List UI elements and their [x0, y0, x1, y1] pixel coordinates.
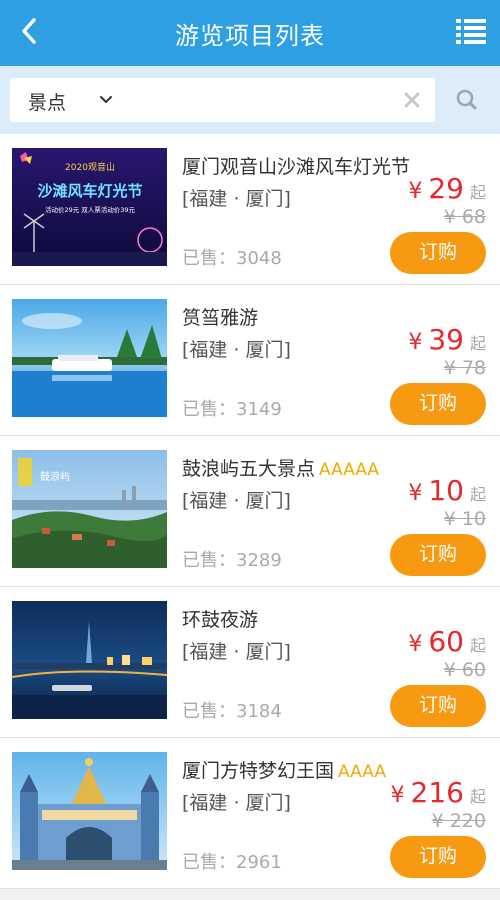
chevron-down-icon[interactable]: [98, 92, 114, 108]
location-label: [福建 · 厦门]: [182, 339, 291, 361]
original-price: ¥ 10: [443, 508, 486, 530]
sold-count: 已售：3289: [182, 550, 282, 571]
order-button[interactable]: 订购: [390, 685, 486, 727]
price: ¥10 起: [408, 474, 486, 507]
image-caption: 2020观音山: [65, 161, 115, 173]
price-value: 39: [428, 323, 464, 356]
search-input[interactable]: 景点: [10, 78, 435, 122]
attraction-name[interactable]: 环鼓夜游: [182, 605, 262, 632]
price-suffix: 起: [469, 485, 486, 504]
location-label: [福建 · 厦门]: [182, 792, 291, 814]
price: ¥29 起: [408, 172, 486, 205]
original-price: ¥ 60: [443, 659, 486, 681]
attraction-title[interactable]: 筼筜雅游: [182, 307, 258, 329]
price: ¥216 起: [391, 776, 486, 809]
category-select[interactable]: 景点: [28, 88, 66, 115]
search-bar: 景点: [0, 66, 500, 134]
attraction-image[interactable]: [12, 752, 167, 870]
attraction-title[interactable]: 厦门观音山沙滩风车灯光节: [182, 156, 410, 178]
order-button[interactable]: 订购: [390, 383, 486, 425]
attraction-title[interactable]: 环鼓夜游: [182, 609, 258, 631]
list-item[interactable]: 筼筜雅游 [福建 · 厦门] 已售：3149 ¥39 起 ¥ 78 订购: [0, 285, 500, 436]
search-icon[interactable]: [445, 78, 489, 122]
price-suffix: 起: [469, 183, 486, 202]
list-item[interactable]: 环鼓夜游 [福建 · 厦门] 已售：3184 ¥60 起 ¥ 60 订购: [0, 587, 500, 738]
location-label: [福建 · 厦门]: [182, 641, 291, 663]
image-caption: 活动价29元 双人票活动价39元: [45, 205, 136, 214]
attraction-title[interactable]: 鼓浪屿五大景点: [182, 458, 315, 480]
price-value: 216: [410, 776, 464, 809]
price-value: 29: [428, 172, 464, 205]
original-price: ¥ 78: [443, 357, 486, 379]
location-label: [福建 · 厦门]: [182, 188, 291, 210]
attraction-list: 2020观音山 沙滩风车灯光节 活动价29元 双人票活动价39元 厦门观音山沙滩…: [0, 134, 500, 889]
sold-count: 已售：3048: [182, 248, 282, 269]
attraction-title[interactable]: 厦门方特梦幻王国: [182, 760, 334, 782]
price-suffix: 起: [469, 334, 486, 353]
attraction-image[interactable]: [12, 601, 167, 719]
currency-symbol: ¥: [390, 783, 405, 808]
original-price: ¥ 220: [431, 810, 486, 832]
currency-symbol: ¥: [408, 330, 423, 355]
location-label: [福建 · 厦门]: [182, 490, 291, 512]
attraction-image[interactable]: 鼓浪屿: [12, 450, 167, 568]
price-suffix: 起: [469, 636, 486, 655]
attraction-name[interactable]: 鼓浪屿五大景点 AAAAA: [182, 454, 379, 481]
order-button[interactable]: 订购: [390, 534, 486, 576]
list-item[interactable]: 厦门方特梦幻王国 AAAA [福建 · 厦门] 已售：2961 ¥216 起 ¥ 2…: [0, 738, 500, 889]
list-item[interactable]: 2020观音山 沙滩风车灯光节 活动价29元 双人票活动价39元 厦门观音山沙滩…: [0, 134, 500, 285]
price-value: 60: [428, 625, 464, 658]
attraction-name[interactable]: 筼筜雅游: [182, 303, 262, 330]
attraction-image[interactable]: 2020观音山 沙滩风车灯光节 活动价29元 双人票活动价39元: [12, 148, 167, 266]
clear-icon[interactable]: [403, 91, 421, 109]
sold-count: 已售：3184: [182, 701, 282, 722]
list-item[interactable]: 鼓浪屿 鼓浪屿五大景点 AAAAA [福建 · 厦门] 已售：3289 ¥10 起 …: [0, 436, 500, 587]
currency-symbol: ¥: [408, 179, 423, 204]
rating-badge: AAAA: [338, 762, 386, 782]
sold-count: 已售：2961: [182, 852, 282, 873]
page-title: 游览项目列表: [175, 22, 325, 50]
rating-badge: AAAAA: [319, 460, 380, 480]
price-value: 10: [428, 474, 464, 507]
currency-symbol: ¥: [408, 481, 423, 506]
order-button[interactable]: 订购: [390, 836, 486, 878]
attraction-image[interactable]: [12, 299, 167, 417]
sold-count: 已售：3149: [182, 399, 282, 420]
original-price: ¥ 68: [443, 206, 486, 228]
price: ¥39 起: [408, 323, 486, 356]
currency-symbol: ¥: [408, 632, 423, 657]
attraction-name[interactable]: 厦门方特梦幻王国 AAAA: [182, 756, 386, 783]
list-icon[interactable]: [456, 18, 486, 44]
attraction-name[interactable]: 厦门观音山沙滩风车灯光节: [182, 152, 414, 179]
price-suffix: 起: [469, 787, 486, 806]
price: ¥60 起: [408, 625, 486, 658]
top-bar: 游览项目列表: [0, 0, 500, 66]
order-button[interactable]: 订购: [390, 232, 486, 274]
image-caption: 鼓浪屿: [40, 470, 70, 483]
image-caption: 沙滩风车灯光节: [37, 182, 142, 200]
